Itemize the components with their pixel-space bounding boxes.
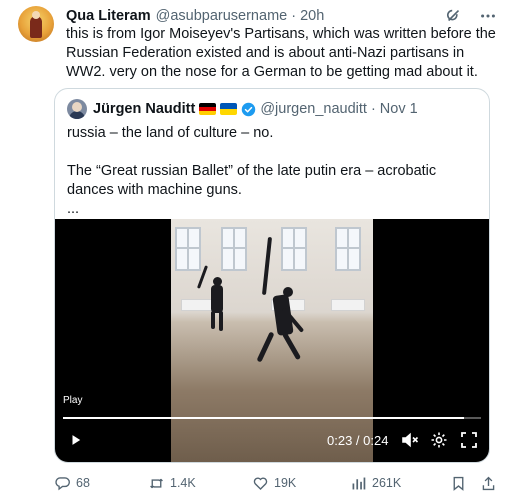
reply-button[interactable]: 68 [54,475,90,492]
like-count: 19K [274,476,297,490]
grok-icon[interactable] [444,6,464,26]
quote-author-name[interactable]: Jürgen Nauditt [93,101,195,117]
action-bar: 68 1.4K 19K 261K [54,473,495,493]
tweet-text: this is from Igor Moiseyev's Partisans, … [66,26,496,80]
quote-author-avatar[interactable] [67,99,87,119]
play-icon [72,435,81,445]
author-name[interactable]: Qua Literam [66,8,151,24]
share-icon [482,476,495,490]
video-progress-fill [63,417,465,419]
quote-line-2: The “Great russian Ballet” of the late p… [67,163,437,198]
ukraine-flag-icon [220,103,238,115]
bookmark-button[interactable] [450,475,467,492]
fullscreen-icon[interactable] [459,430,479,450]
author-avatar[interactable] [18,6,54,42]
video-player[interactable]: Play 0:23 / 0:24 [55,219,489,462]
tweet-header: Qua Literam @asubparusername · 20h [66,7,324,25]
quote-timestamp[interactable]: Nov 1 [380,101,418,117]
views-icon [352,477,366,489]
repost-button[interactable]: 1.4K [148,475,196,492]
video-frame [171,219,373,462]
reply-count: 68 [76,476,90,490]
bookmark-icon [453,476,464,491]
author-handle[interactable]: @asubparusername [156,8,288,24]
play-button[interactable] [63,427,89,453]
volume-mute-icon[interactable] [400,430,420,450]
more-icon[interactable] [478,6,498,26]
germany-flag-icon [199,103,217,115]
like-icon [253,477,268,490]
quote-header: Jürgen Nauditt @jurgen_nauditt · Nov 1 [67,99,418,119]
quote-header-separator: · [370,101,376,117]
repost-count: 1.4K [170,476,196,490]
quote-author-handle[interactable]: @jurgen_nauditt [260,101,367,117]
like-button[interactable]: 19K [252,475,296,492]
quote-text: russia – the land of culture – no. The “… [67,124,479,219]
avatar-head [32,11,40,19]
repost-icon [150,478,163,488]
quoted-tweet[interactable]: Jürgen Nauditt @jurgen_nauditt · Nov 1 r… [54,88,490,463]
settings-icon[interactable] [429,430,449,450]
verified-badge-icon [242,102,256,116]
tweet-top-icons [444,6,498,26]
video-progress-bar[interactable] [63,417,481,419]
quote-line-1: russia – the land of culture – no. [67,125,274,141]
quote-line-3: ... [67,201,80,217]
tweet-timestamp[interactable]: 20h [300,8,324,24]
header-separator: · [291,8,297,24]
share-button[interactable] [480,475,497,492]
tweet[interactable]: Qua Literam @asubparusername · 20h this … [0,0,512,498]
video-play-label: Play [63,395,83,406]
views-count: 261K [372,476,402,490]
avatar-figure [30,16,42,38]
views-button[interactable]: 261K [350,475,401,492]
video-time: 0:23 / 0:24 [327,433,389,448]
reply-icon [55,476,70,490]
